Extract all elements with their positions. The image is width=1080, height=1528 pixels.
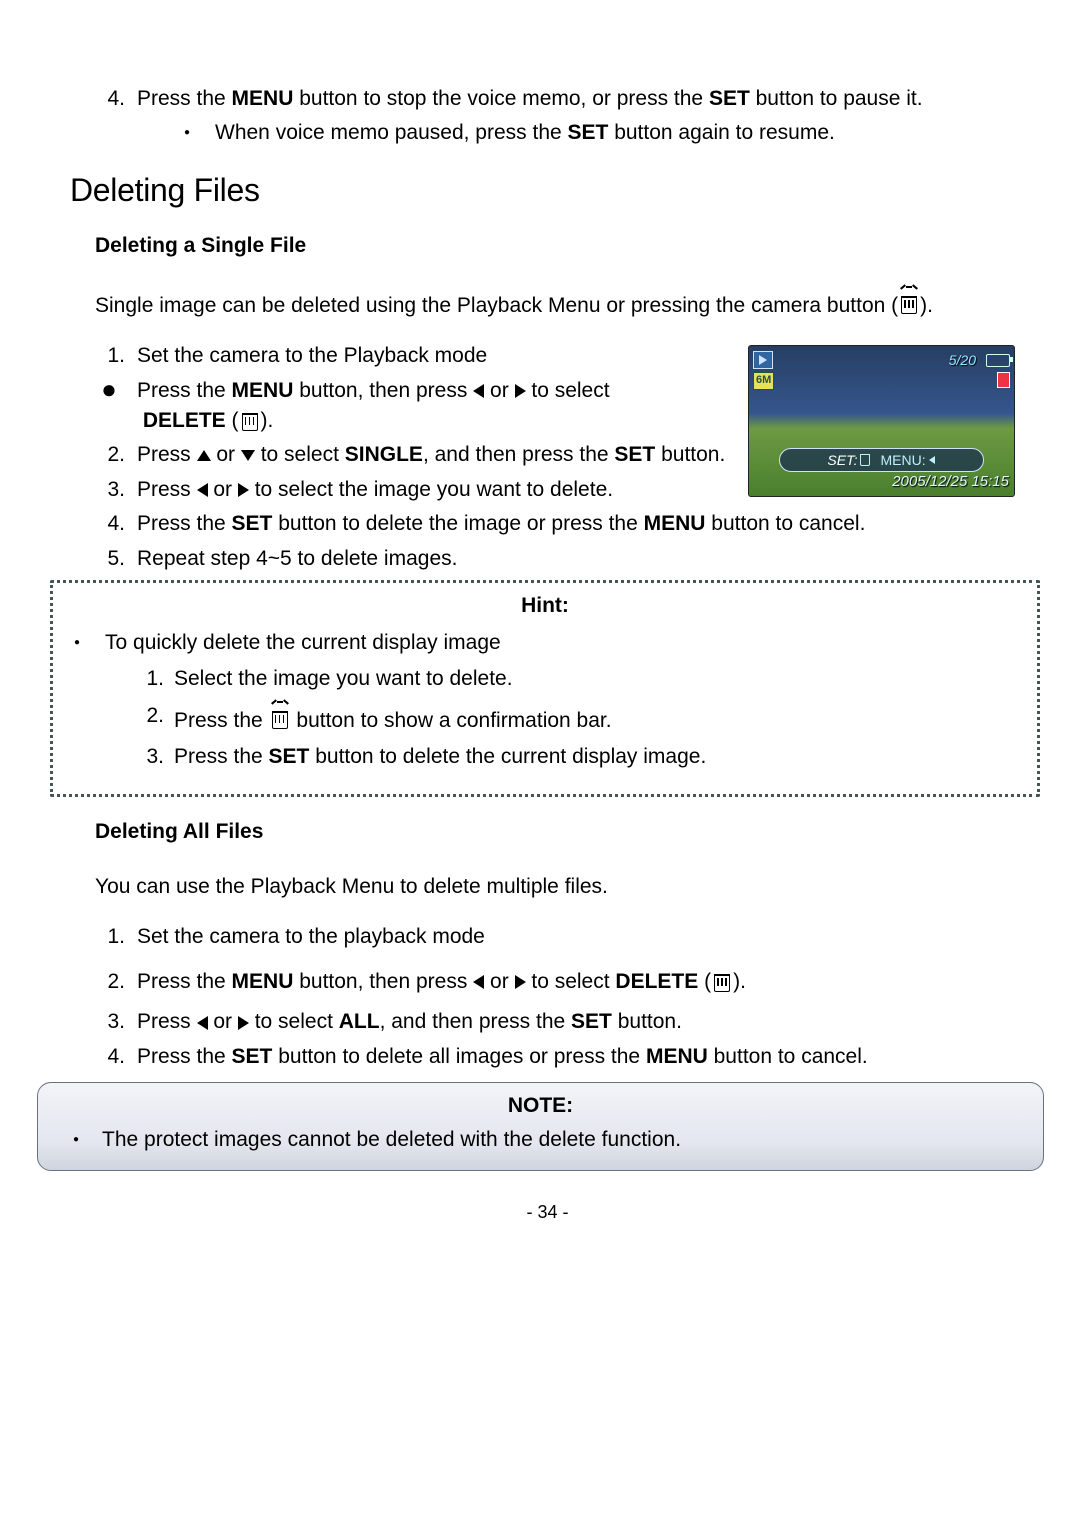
bullet-icon: ● xyxy=(63,628,91,658)
left-arrow-icon xyxy=(197,483,208,497)
mini-trash-icon xyxy=(860,454,870,466)
single-step3: 3. Press or to select the image you want… xyxy=(95,475,734,505)
down-arrow-icon xyxy=(241,450,255,461)
page-number: - 34 - xyxy=(75,1199,1020,1225)
all-intro: You can use the Playback Menu to delete … xyxy=(95,872,1020,902)
single-bullet-menu: ● Press the MENU button, then press or t… xyxy=(95,376,734,437)
resolution-indicator: 6M xyxy=(753,372,774,390)
single-step2: 2. Press or to select SINGLE, and then p… xyxy=(95,440,734,470)
up-arrow-icon xyxy=(197,450,211,461)
right-arrow-icon xyxy=(238,483,249,497)
right-arrow-icon xyxy=(515,975,526,989)
step-text: Press the MENU button to stop the voice … xyxy=(137,84,1020,114)
right-arrow-icon xyxy=(515,384,526,398)
note-title: NOTE: xyxy=(52,1091,1029,1121)
note-box: NOTE: ● The protect images cannot be del… xyxy=(37,1082,1044,1171)
left-arrow-icon xyxy=(473,975,484,989)
single-step1: 1. Set the camera to the Playback mode xyxy=(95,341,734,371)
right-arrow-icon xyxy=(238,1016,249,1030)
bullet-icon: ● xyxy=(62,1125,90,1155)
play-mode-icon xyxy=(753,351,773,369)
trash-flash-icon xyxy=(269,701,291,731)
trash-icon xyxy=(239,407,261,431)
flag-icon xyxy=(997,372,1010,388)
trash-flash-icon xyxy=(898,286,920,316)
all-step1: 1. Set the camera to the playback mode xyxy=(95,922,1020,952)
step4-sub: ● When voice memo paused, press the SET … xyxy=(173,118,1020,148)
note-body: The protect images cannot be deleted wit… xyxy=(102,1125,681,1155)
single-step4: 4. Press the SET button to delete the im… xyxy=(95,509,1020,539)
camera-screenshot: 5/20 6M SET: MENU: 2005/12/25 15:15 xyxy=(748,345,1015,497)
all-step3: 3. Press or to select ALL, and then pres… xyxy=(95,1007,1020,1037)
hint-step2: 2. Press the button to show a confirmati… xyxy=(138,701,1027,736)
heading-deleting-all: Deleting All Files xyxy=(95,817,1020,847)
step-number: 4. xyxy=(95,84,125,114)
all-step4: 4. Press the SET button to delete all im… xyxy=(95,1042,1020,1072)
bullet-icon: ● xyxy=(95,376,123,437)
action-pillbar: SET: MENU: xyxy=(779,448,984,472)
step4: 4. Press the MENU button to stop the voi… xyxy=(95,84,1020,114)
left-arrow-icon xyxy=(473,384,484,398)
hint-step1: 1. Select the image you want to delete. xyxy=(138,664,1027,694)
timestamp: 2005/12/25 15:15 xyxy=(892,471,1009,493)
pill-menu-label: MENU: xyxy=(880,450,925,470)
frame-counter: 5/20 xyxy=(949,350,976,370)
hint-step3: 3. Press the SET button to delete the cu… xyxy=(138,742,1027,772)
single-step5: 5. Repeat step 4~5 to delete images. xyxy=(95,544,1020,574)
heading-deleting-files: Deleting Files xyxy=(70,167,1020,213)
battery-icon xyxy=(986,354,1010,367)
hint-title: Hint: xyxy=(63,591,1027,621)
trash-icon xyxy=(711,968,733,992)
pill-set-label: SET: xyxy=(827,450,857,470)
single-intro: Single image can be deleted using the Pl… xyxy=(95,286,1020,321)
left-arrow-icon xyxy=(197,1016,208,1030)
all-step2: 2. Press the MENU button, then press or … xyxy=(95,967,1020,997)
hint-lead: To quickly delete the current display im… xyxy=(105,628,501,658)
mini-undo-icon xyxy=(929,456,935,464)
step4-sub-text: When voice memo paused, press the SET bu… xyxy=(215,118,835,148)
heading-deleting-single: Deleting a Single File xyxy=(95,231,1020,261)
bullet-icon: ● xyxy=(173,118,201,148)
hint-box: Hint: ● To quickly delete the current di… xyxy=(50,580,1040,797)
